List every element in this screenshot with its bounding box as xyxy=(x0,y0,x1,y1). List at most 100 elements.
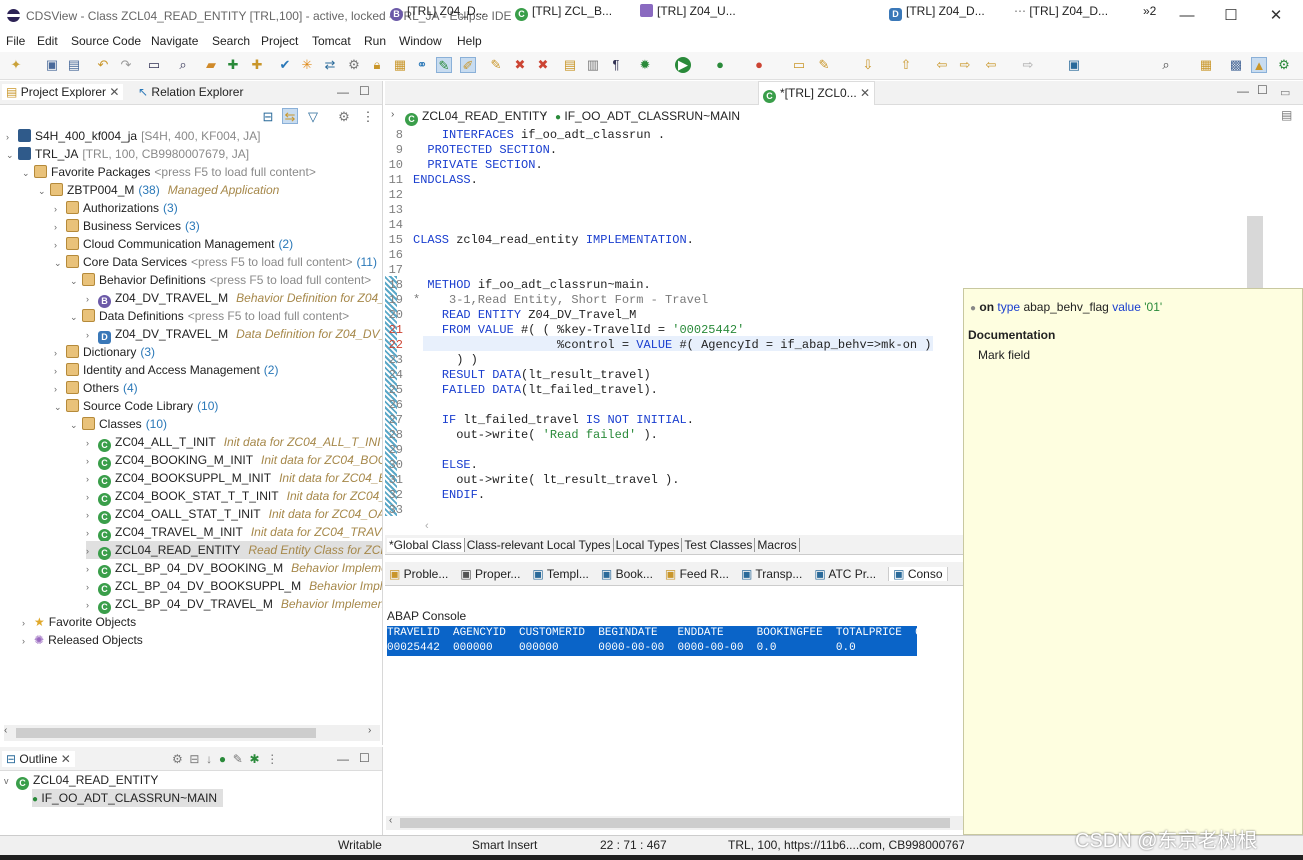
restore-icon[interactable]: ▭ xyxy=(1280,86,1290,99)
open-perspective-icon[interactable]: ▦ xyxy=(1198,57,1214,73)
view-tab[interactable]: ▣ Feed R... xyxy=(665,567,729,581)
code-line[interactable]: 11 ENDCLASS. xyxy=(385,173,478,188)
editor-tab-6[interactable]: ⋯ [TRL] Z04_D... xyxy=(1014,4,1108,18)
outline-item-class[interactable]: v C ZCL04_READ_ENTITY xyxy=(4,771,158,790)
scroll-right-icon[interactable]: › xyxy=(368,725,371,736)
code-line[interactable]: 28 out->write( 'Read failed' ). xyxy=(385,428,658,443)
chevron-right-icon[interactable]: › xyxy=(86,326,98,344)
redo-icon[interactable]: ↷ xyxy=(118,57,134,73)
console-icon[interactable]: ▭ xyxy=(146,57,162,73)
code-line[interactable]: 13 xyxy=(385,203,413,218)
open-folder-icon[interactable]: ▭ xyxy=(791,57,807,73)
menu-source-code[interactable]: Source Code xyxy=(71,34,141,48)
code-line[interactable]: 29 xyxy=(385,443,413,458)
tree-item[interactable]: › Identity and Access Management (2) xyxy=(54,361,278,379)
coverage-icon[interactable]: ● xyxy=(712,57,728,73)
code-line[interactable]: 22 %control = VALUE #( AgencyId = if_aba… xyxy=(385,338,932,353)
link-editor-icon[interactable]: ⇆ xyxy=(282,108,298,124)
view-tab[interactable]: ▣ ATC Pr... xyxy=(814,567,876,581)
chevron-right-icon[interactable]: › xyxy=(86,488,98,506)
code-line[interactable]: 12 xyxy=(385,188,413,203)
format-icon[interactable]: ✳ xyxy=(299,57,315,73)
code-line[interactable]: 23 ) ) xyxy=(385,353,478,368)
minimize-view-icon[interactable]: — xyxy=(337,85,349,99)
code-line[interactable]: 26 xyxy=(385,398,413,413)
undo-icon[interactable]: ↶ xyxy=(95,57,111,73)
class-section-tab[interactable]: Class-relevant Local Types xyxy=(464,538,614,552)
close-icon[interactable]: ✕ xyxy=(61,752,71,766)
menu-run[interactable]: Run xyxy=(364,34,386,48)
chevron-down-icon[interactable]: ⌄ xyxy=(70,416,82,434)
more-icon[interactable]: ⋮ xyxy=(360,109,376,125)
menu-search[interactable]: Search xyxy=(212,34,250,48)
java-perspective-icon[interactable]: ⚙ xyxy=(1276,57,1292,73)
tree-item[interactable]: ⌄ ZBTP004_M (38) Managed Application xyxy=(38,181,279,199)
chevron-right-icon[interactable]: › xyxy=(6,128,18,146)
abap-perspective-icon[interactable]: ▩ xyxy=(1228,57,1244,73)
annotation-icon[interactable]: ✎ xyxy=(488,57,504,73)
maximize-view-icon[interactable]: ☐ xyxy=(359,84,370,98)
close-button[interactable]: ✕ xyxy=(1266,6,1286,26)
view-tab[interactable]: ▣ Transp... xyxy=(741,567,802,581)
toggle-mark-icon[interactable]: ✎ xyxy=(436,57,452,73)
chevron-down-icon[interactable]: ⌄ xyxy=(54,398,66,416)
tree-item[interactable]: › D Z04_DV_TRAVEL_M Data Definition for Z04… xyxy=(86,325,382,344)
tab-relation-explorer[interactable]: ↖ Relation Explorer xyxy=(134,84,247,100)
menu-help[interactable]: Help xyxy=(457,34,482,48)
tree-item[interactable]: ›CZCL_BP_04_DV_BOOKSUPPL_MBehavior Imple… xyxy=(86,577,382,596)
code-line[interactable]: 17 xyxy=(385,263,413,278)
highlight-icon[interactable]: ✐ xyxy=(460,57,476,73)
editor-tab-2[interactable]: C [TRL] ZCL_B... xyxy=(515,4,612,21)
tree-item[interactable]: › C ZC04_BOOK_STAT_T_T_INIT Init data for Z… xyxy=(86,487,382,506)
run-icon[interactable]: ▶ xyxy=(675,57,691,73)
code-line[interactable]: 31 out->write( lt_result_travel ). xyxy=(385,473,680,488)
view-tab[interactable]: ▣ Templ... xyxy=(532,567,588,581)
tree-item[interactable]: › Cloud Communication Management (2) xyxy=(54,235,293,253)
tree-item[interactable]: › C ZC04_OALL_STAT_T_INIT Init data for ZC0… xyxy=(86,505,382,524)
chevron-right-icon[interactable]: › xyxy=(54,200,66,218)
filter-icon[interactable]: ▽ xyxy=(305,109,321,125)
collapse-all-icon[interactable]: ⊟ xyxy=(260,109,276,125)
code-line[interactable]: 32 ENDIF. xyxy=(385,488,485,503)
debug-perspective-icon[interactable]: ▲ xyxy=(1251,57,1267,73)
new-icon[interactable]: ✦ xyxy=(8,57,24,73)
editor-tab-3[interactable]: [TRL] Z04_U... xyxy=(640,4,736,18)
minimize-view-icon[interactable]: — xyxy=(337,752,349,766)
breadcrumb-class[interactable]: C ZCL04_READ_ENTITY xyxy=(405,109,547,126)
tree-item[interactable]: › Business Services (3) xyxy=(54,217,200,235)
code-line[interactable]: 24 RESULT DATA(lt_result_travel) xyxy=(385,368,651,383)
scrollbar-thumb[interactable] xyxy=(400,818,950,828)
console-row[interactable]: 00025442 000000 000000 0000-00-00 0000-0… xyxy=(387,641,856,656)
chevron-down-icon[interactable]: ⌄ xyxy=(70,272,82,290)
view-tab[interactable]: ▣ Proble... xyxy=(389,567,448,581)
last-edit-icon[interactable]: ⇦ xyxy=(934,57,950,73)
chevron-right-icon[interactable]: › xyxy=(86,452,98,470)
chevron-right-icon[interactable]: › xyxy=(54,218,66,236)
tools-icon[interactable]: ✎ xyxy=(816,57,832,73)
code-line[interactable]: 20 READ ENTITY Z04_DV_Travel_M xyxy=(385,308,637,323)
menu-tomcat[interactable]: Tomcat xyxy=(312,34,351,48)
tree-item[interactable]: ⌄ Source Code Library (10) xyxy=(54,397,218,415)
lock-icon[interactable]: 🔒︎ xyxy=(369,57,385,73)
class-section-tab[interactable]: Local Types xyxy=(613,538,683,552)
outline-item-method[interactable]: ● IF_OO_ADT_CLASSRUN~MAIN xyxy=(32,789,224,807)
open-object-icon[interactable]: ▰ xyxy=(203,57,219,73)
external-tools-icon[interactable]: ● xyxy=(751,57,767,73)
remove-all-icon[interactable]: ✖ xyxy=(535,57,551,73)
tree-item[interactable]: › C ZC04_TRAVEL_M_INIT Init data for ZC04_T… xyxy=(86,523,382,542)
chevron-right-icon[interactable]: › xyxy=(86,578,98,596)
class-section-tab[interactable]: Macros xyxy=(755,538,800,552)
prev-annotation-icon[interactable]: ⇧ xyxy=(898,57,914,73)
pilcrow-icon[interactable]: ¶ xyxy=(608,57,624,73)
side-view-icon[interactable]: ▤ xyxy=(1281,108,1292,122)
forward-edit-icon[interactable]: ⇨ xyxy=(957,57,973,73)
menu-navigate[interactable]: Navigate xyxy=(151,34,198,48)
tree-item[interactable]: ⌄ TRL_JA [TRL, 100, CB9980007679, JA] xyxy=(6,145,249,163)
breadcrumb-method[interactable]: ● IF_OO_ADT_CLASSRUN~MAIN xyxy=(555,109,740,123)
chevron-right-icon[interactable]: › xyxy=(86,560,98,578)
view-tab[interactable]: ▣ Proper... xyxy=(460,567,520,581)
maximize-editor-icon[interactable]: ☐ xyxy=(1257,83,1268,97)
chevron-right-icon[interactable]: › xyxy=(86,524,98,542)
tree-item[interactable]: › C ZCL04_READ_ENTITY Read Entity Class for… xyxy=(86,541,382,560)
code-line[interactable]: 19 * 3-1,Read Entity, Short Form - Travel xyxy=(385,293,709,308)
